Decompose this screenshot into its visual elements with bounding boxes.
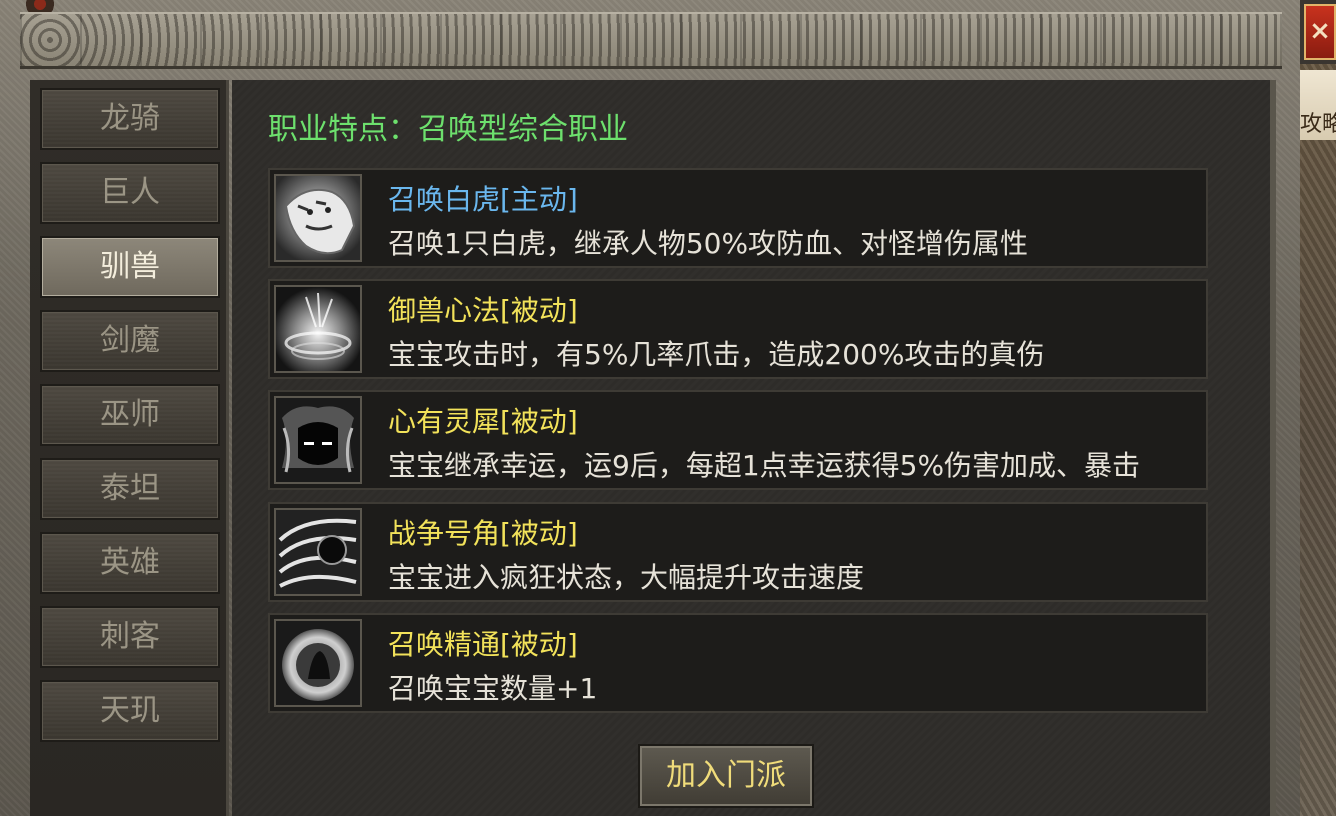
sidebar-item-tianji[interactable]: 天玑 xyxy=(40,680,220,742)
sidebar-item-beast-tamer[interactable]: 驯兽 xyxy=(40,236,220,298)
strategy-tab-label: 攻略 xyxy=(1300,112,1336,137)
skill-description: 宝宝攻击时，有5%几率爪击，造成200%攻击的真伤 xyxy=(388,338,1045,371)
skill-name: 心有灵犀[被动] xyxy=(388,405,578,438)
sidebar-item-sword-demon[interactable]: 剑魔 xyxy=(40,310,220,372)
sidebar-item-titan[interactable]: 泰坦 xyxy=(40,458,220,520)
class-detail-panel: 职业特点：召唤型综合职业 召唤白虎[主动] 召唤1只白虎，继承人物50%攻防血、… xyxy=(232,80,1276,816)
war-horn-icon xyxy=(274,508,362,596)
sidebar-item-wizard[interactable]: 巫师 xyxy=(40,384,220,446)
sidebar-item-giant[interactable]: 巨人 xyxy=(40,162,220,224)
skill-description: 宝宝继承幸运，运9后，每超1点幸运获得5%伤害加成、暴击 xyxy=(388,449,1141,482)
strategy-tab[interactable]: 攻略 xyxy=(1300,70,1336,140)
skill-row: 召唤精通[被动] 召唤宝宝数量+1 xyxy=(268,613,1208,713)
skill-row: 召唤白虎[主动] 召唤1只白虎，继承人物50%攻防血、对怪增伤属性 xyxy=(268,168,1208,268)
beast-mind-icon xyxy=(274,285,362,373)
spirit-link-icon xyxy=(274,396,362,484)
skill-row: 战争号角[被动] 宝宝进入疯狂状态，大幅提升攻击速度 xyxy=(268,502,1208,602)
skill-description: 宝宝进入疯狂状态，大幅提升攻击速度 xyxy=(388,561,865,594)
class-sidebar: 龙骑 巨人 驯兽 剑魔 巫师 泰坦 英雄 刺客 天玑 xyxy=(30,80,229,816)
close-button[interactable]: × xyxy=(1304,4,1336,60)
skill-description: 召唤1只白虎，继承人物50%攻防血、对怪增伤属性 xyxy=(388,227,1029,260)
class-feature-text: 职业特点：召唤型综合职业 xyxy=(268,112,628,147)
skill-row: 御兽心法[被动] 宝宝攻击时，有5%几率爪击，造成200%攻击的真伤 xyxy=(268,279,1208,379)
title-band xyxy=(20,12,1282,69)
summon-mastery-icon xyxy=(274,619,362,707)
white-tiger-icon xyxy=(274,174,362,262)
background-scene xyxy=(1300,64,1336,816)
skill-row: 心有灵犀[被动] 宝宝继承幸运，运9后，每超1点幸运获得5%伤害加成、暴击 xyxy=(268,390,1208,490)
skill-description: 召唤宝宝数量+1 xyxy=(388,672,598,705)
join-sect-button[interactable]: 加入门派 xyxy=(638,744,814,808)
skill-name: 召唤精通[被动] xyxy=(388,628,578,661)
sidebar-item-hero[interactable]: 英雄 xyxy=(40,532,220,594)
sidebar-item-assassin[interactable]: 刺客 xyxy=(40,606,220,668)
skill-name: 御兽心法[被动] xyxy=(388,294,578,327)
skill-name: 召唤白虎[主动] xyxy=(388,183,578,216)
skill-name: 战争号角[被动] xyxy=(388,517,578,550)
sidebar-item-dragon-rider[interactable]: 龙骑 xyxy=(40,88,220,150)
